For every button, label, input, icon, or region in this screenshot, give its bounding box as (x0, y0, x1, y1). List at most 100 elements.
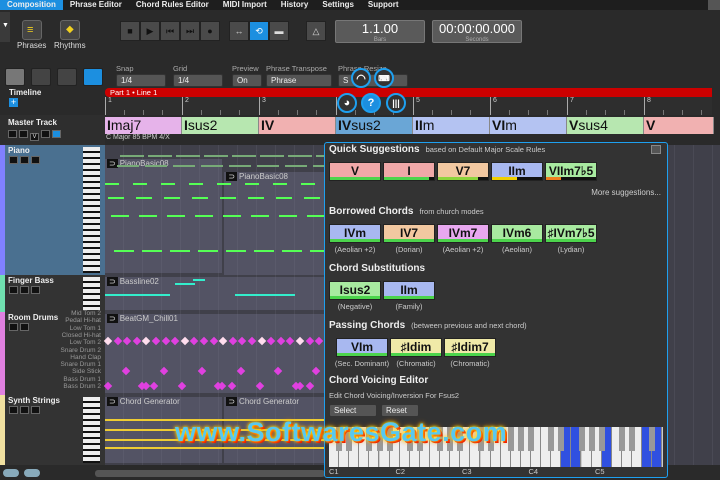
mute-icon[interactable] (9, 156, 18, 164)
note[interactable] (108, 197, 124, 199)
piano-black-key[interactable] (558, 427, 565, 451)
note[interactable] (120, 155, 144, 157)
chord-block[interactable]: Vsus4 (567, 117, 644, 134)
range-icon[interactable]: ↔ (229, 21, 249, 41)
snap-select[interactable]: 1/4 (116, 74, 166, 87)
chord-suggestion-button[interactable]: V (329, 162, 381, 181)
note[interactable] (114, 250, 134, 252)
note[interactable] (193, 279, 205, 281)
piano-black-key[interactable] (578, 427, 585, 451)
track-header-piano[interactable]: Piano (0, 145, 105, 275)
chord-suggestion-button[interactable]: VIIm7♭5 (545, 162, 597, 181)
note[interactable] (282, 250, 302, 252)
horizontal-scrollbar[interactable] (95, 470, 325, 477)
note[interactable] (220, 197, 236, 199)
chord-suggestion-button[interactable]: ♯Idim7 (444, 338, 496, 357)
note[interactable] (223, 215, 241, 217)
note[interactable] (105, 294, 170, 296)
view-notes-icon[interactable] (5, 68, 25, 86)
chord-suggestion-button[interactable]: I (383, 162, 435, 181)
grid-select[interactable]: 1/4 (173, 74, 223, 87)
piano-keys[interactable] (83, 277, 100, 310)
note[interactable] (145, 165, 167, 167)
play-button[interactable]: ▶ (140, 21, 160, 41)
note[interactable] (198, 250, 218, 252)
note[interactable] (173, 165, 195, 167)
note[interactable] (105, 447, 325, 449)
piano-roll-toggle-icon[interactable]: ▬ (269, 21, 289, 41)
help-book-icon[interactable] (708, 0, 720, 10)
note[interactable] (279, 215, 297, 217)
menu-midi-import[interactable]: MIDI Import (216, 0, 274, 10)
phrases-label[interactable]: Phrases (17, 41, 46, 50)
menu-chord-rules-editor[interactable]: Chord Rules Editor (129, 0, 216, 10)
chord-suggestion-button[interactable]: VIm (336, 338, 388, 357)
piano-black-key[interactable] (618, 427, 625, 451)
ruler[interactable]: 12345678 (105, 97, 712, 115)
forward-button[interactable]: ⏭ (180, 21, 200, 41)
loop-icon[interactable] (20, 406, 29, 414)
note[interactable] (301, 183, 315, 185)
phrases-icon[interactable]: ≡ (22, 20, 42, 40)
note[interactable] (167, 215, 185, 217)
piano-black-key[interactable] (649, 427, 656, 451)
note[interactable] (235, 294, 295, 296)
note[interactable] (254, 250, 274, 252)
piano-black-key[interactable] (507, 427, 514, 451)
volume-icon[interactable] (52, 130, 61, 138)
master-icon-1[interactable] (8, 130, 17, 138)
part-bar[interactable]: Part 1 • Line 1 (105, 88, 712, 97)
select-tool-icon[interactable] (83, 68, 103, 86)
loop-icon[interactable] (20, 156, 29, 164)
chord-suggestion-button[interactable]: IV7 (383, 224, 435, 243)
chord-block[interactable]: VIm (490, 117, 567, 134)
note[interactable] (204, 155, 228, 157)
piano-icon[interactable]: ||| (386, 93, 406, 113)
preview-select[interactable]: On (232, 74, 262, 87)
note[interactable] (288, 155, 312, 157)
note[interactable] (304, 197, 320, 199)
stop-button[interactable]: ■ (120, 21, 140, 41)
loop-icon[interactable] (20, 286, 29, 294)
add-part-button[interactable]: + (9, 98, 18, 107)
note[interactable] (117, 165, 139, 167)
chord-suggestion-button[interactable]: V7 (437, 162, 489, 181)
note[interactable] (170, 250, 190, 252)
note[interactable] (139, 215, 157, 217)
chord-block[interactable]: IIm (413, 117, 490, 134)
chord-block[interactable]: Isus2 (182, 117, 259, 134)
palette-icon[interactable]: ◕ (337, 93, 357, 113)
note[interactable] (251, 215, 269, 217)
menu-history[interactable]: History (274, 0, 316, 10)
chord-suggestion-button[interactable]: ♯Idim (390, 338, 442, 357)
note[interactable] (133, 183, 147, 185)
note[interactable] (142, 250, 162, 252)
mute-icon[interactable] (9, 323, 18, 331)
note[interactable] (189, 183, 203, 185)
voicing-reset-button[interactable]: Reset (381, 404, 419, 417)
view-list-icon[interactable] (31, 68, 51, 86)
menu-icon[interactable] (31, 286, 40, 294)
chord-block[interactable]: IV (259, 117, 336, 134)
menu-composition[interactable]: Composition (0, 0, 63, 10)
note[interactable] (276, 197, 292, 199)
piano-keys[interactable] (83, 397, 100, 463)
menu-phrase-editor[interactable]: Phrase Editor (63, 0, 129, 10)
loop-icon[interactable] (20, 323, 29, 331)
note[interactable] (164, 197, 180, 199)
note[interactable] (307, 215, 325, 217)
note[interactable] (175, 283, 195, 285)
piano-black-key[interactable] (528, 427, 534, 451)
note[interactable] (136, 197, 152, 199)
menu-settings[interactable]: Settings (315, 0, 361, 10)
view-block-icon[interactable] (57, 68, 77, 86)
keyboard-icon[interactable]: ⌨ (374, 68, 394, 88)
note[interactable] (176, 155, 200, 157)
note[interactable] (217, 183, 231, 185)
chord-block[interactable]: V (644, 117, 714, 134)
loop-icon[interactable]: ⟲ (249, 21, 269, 41)
master-icon-3[interactable]: V (30, 133, 39, 141)
zoom-out-button[interactable] (24, 469, 40, 477)
note[interactable] (105, 183, 119, 185)
note[interactable] (111, 215, 129, 217)
